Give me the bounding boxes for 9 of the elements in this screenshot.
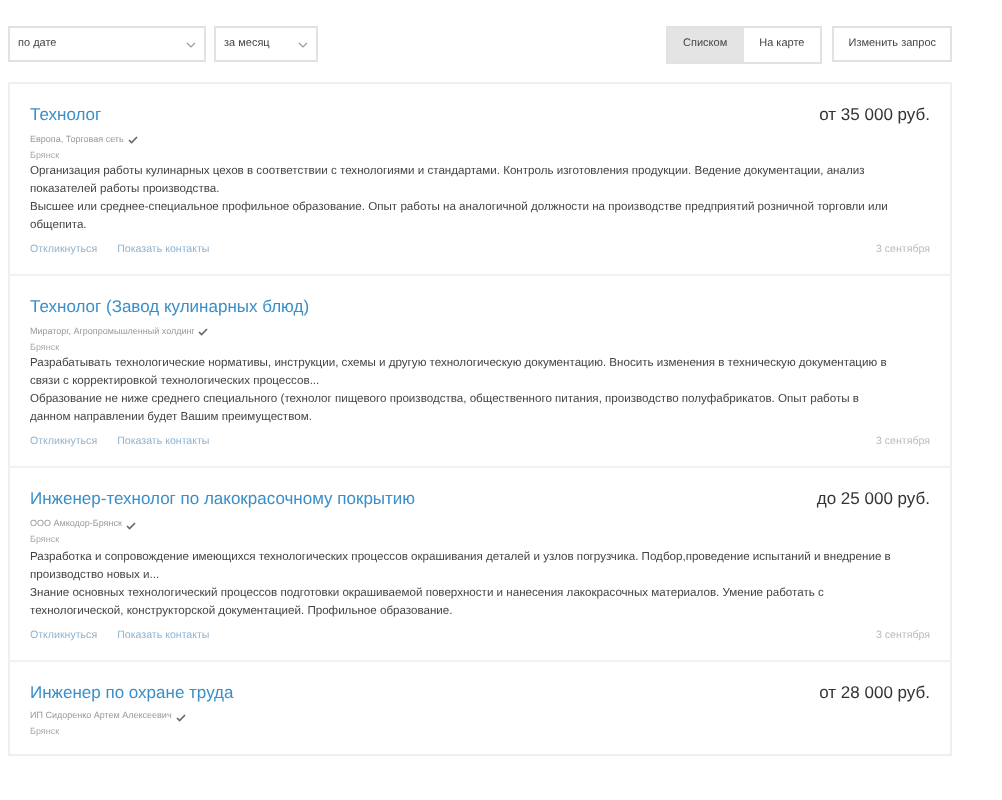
vacancy-title-link[interactable]: Технолог (Завод кулинарных блюд): [30, 294, 310, 320]
vacancy-title-link[interactable]: Технолог: [30, 102, 102, 128]
vacancy-title-link[interactable]: Инженер по охране труда: [30, 679, 234, 705]
chevron-down-icon: [186, 41, 196, 47]
salary: до 25 000 руб.: [816, 486, 930, 513]
vacancy-title-link[interactable]: Инженер-технолог по лакокрасочному покрытию: [30, 486, 416, 513]
salary: от 35 000 руб.: [819, 102, 930, 128]
chevron-down-icon: [298, 41, 308, 47]
salary: от 28 000 руб.: [819, 679, 930, 705]
